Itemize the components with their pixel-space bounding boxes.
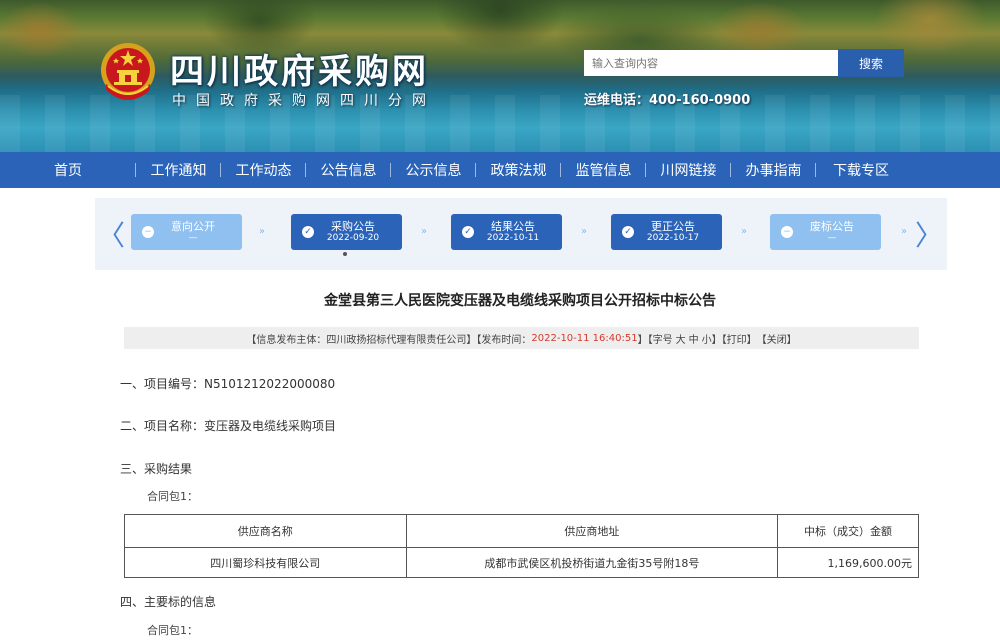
font-size-medium-link[interactable]: 中 <box>689 331 699 346</box>
article-title: 金堂县第三人民医院变压器及电缆线采购项目公开招标中标公告 <box>324 293 716 309</box>
step-date: — <box>188 233 198 243</box>
article-meta-bar: 【信息发布主体： 四川政扬招标代理有限责任公司 】【发布时间： 2022-10-… <box>124 327 919 349</box>
nav-item-work-news[interactable]: 工作动态 <box>221 152 306 188</box>
step-date: — <box>827 233 837 243</box>
double-chevron-right-icon: ›› <box>259 226 265 237</box>
process-steps: 〈 − 意向公开 — ›› ✓ 采购公告 2022-09-20 ›› ✓ 结果公告 2… <box>95 198 947 270</box>
contract-package-label: 合同包1： <box>147 624 198 637</box>
font-size-small-link[interactable]: 小 <box>702 331 712 346</box>
meta-time-prefix: 】【发布时间： <box>466 334 532 346</box>
nav-item-links[interactable]: 川网链接 <box>646 152 731 188</box>
meta-publisher: 四川政扬招标代理有限责任公司 <box>326 334 467 346</box>
table-header-row: 供应商名称 供应商地址 中标（成交）金额 <box>124 514 919 548</box>
search-button[interactable]: 搜索 <box>838 49 904 77</box>
search-input[interactable] <box>584 50 838 76</box>
step-procurement-notice[interactable]: ✓ 采购公告 2022-09-20 <box>291 214 402 250</box>
nav-item-home[interactable]: 首页 <box>0 152 136 188</box>
chevron-right-icon[interactable]: 〉 <box>915 216 943 252</box>
close-link[interactable]: 【关闭】 <box>757 331 797 346</box>
cell-award-amount: 1,169,600.00元 <box>777 547 919 578</box>
minus-icon: − <box>781 226 793 238</box>
nav-item-policies[interactable]: 政策法规 <box>476 152 561 188</box>
double-chevron-right-icon: ›› <box>421 226 427 237</box>
meta-publisher-prefix: 【信息发布主体： <box>246 334 327 346</box>
step-date: 2022-10-11 <box>486 233 540 243</box>
meta-font-size-prefix: 】【字号 <box>637 334 673 346</box>
nav-item-announcements[interactable]: 公告信息 <box>306 152 391 188</box>
nav-item-downloads[interactable]: 下载专区 <box>816 152 906 188</box>
nav-item-work-notice[interactable]: 工作通知 <box>136 152 221 188</box>
font-size-large-link[interactable]: 大 <box>676 331 686 346</box>
result-table: 供应商名称 供应商地址 中标（成交）金额 四川蜀珍科技有限公司 成都市武侯区机投… <box>124 514 919 578</box>
step-date: 2022-09-20 <box>326 233 380 243</box>
double-chevron-right-icon: ›› <box>901 226 907 237</box>
step-label: 废标公告 <box>810 220 854 233</box>
column-header-award-amount: 中标（成交）金额 <box>777 514 919 548</box>
section-project-number: 一、项目编号：N5101212022000080 <box>120 377 336 391</box>
hotline-text: 运维电话：400-160-0900 <box>584 93 751 108</box>
cell-supplier-address: 成都市武侯区机投桥街道九金街35号附18号 <box>405 547 779 578</box>
section-main-subject-info: 四、主要标的信息 <box>120 595 217 609</box>
minus-icon: − <box>142 226 154 238</box>
column-header-supplier-name: 供应商名称 <box>124 514 407 548</box>
step-cancellation-notice[interactable]: − 废标公告 — <box>770 214 881 250</box>
table-row: 四川蜀珍科技有限公司 成都市武侯区机投桥街道九金街35号附18号 1,169,6… <box>124 547 919 578</box>
site-header: 四川政府采购网 中国政府采购网四川分网 搜索 运维电话：400-160-0900 <box>0 0 1000 152</box>
chevron-left-icon[interactable]: 〈 <box>97 216 125 252</box>
meta-publish-time: 2022-10-11 16:40:51 <box>531 332 638 344</box>
site-title: 四川政府采购网 <box>170 52 429 92</box>
section-procurement-result: 三、采购结果 <box>120 462 193 476</box>
step-label: 意向公开 <box>171 220 215 233</box>
site-subtitle: 中国政府采购网四川分网 <box>172 93 436 109</box>
check-icon: ✓ <box>622 226 634 238</box>
step-result-notice[interactable]: ✓ 结果公告 2022-10-11 <box>451 214 562 250</box>
step-label: 结果公告 <box>491 220 535 233</box>
check-icon: ✓ <box>462 226 474 238</box>
print-link[interactable]: 】【打印】 <box>712 331 757 346</box>
nav-item-publicity[interactable]: 公示信息 <box>391 152 476 188</box>
column-header-supplier-address: 供应商地址 <box>405 514 779 548</box>
current-step-marker <box>343 252 347 256</box>
check-icon: ✓ <box>302 226 314 238</box>
cell-supplier-name: 四川蜀珍科技有限公司 <box>124 547 407 578</box>
nav-item-supervision[interactable]: 监管信息 <box>561 152 646 188</box>
national-emblem-icon <box>101 43 155 100</box>
contract-package-label: 合同包1： <box>147 490 198 503</box>
step-label: 更正公告 <box>651 220 695 233</box>
main-nav: 首页 工作通知 工作动态 公告信息 公示信息 政策法规 监管信息 川网链接 办事… <box>0 152 1000 188</box>
double-chevron-right-icon: ›› <box>741 226 747 237</box>
nav-item-guide[interactable]: 办事指南 <box>731 152 816 188</box>
step-label: 采购公告 <box>331 220 375 233</box>
step-intent-disclosure[interactable]: − 意向公开 — <box>131 214 242 250</box>
double-chevron-right-icon: ›› <box>581 226 587 237</box>
step-correction-notice[interactable]: ✓ 更正公告 2022-10-17 <box>611 214 722 250</box>
section-project-name: 二、项目名称：变压器及电缆线采购项目 <box>120 419 337 433</box>
step-date: 2022-10-17 <box>646 233 700 243</box>
